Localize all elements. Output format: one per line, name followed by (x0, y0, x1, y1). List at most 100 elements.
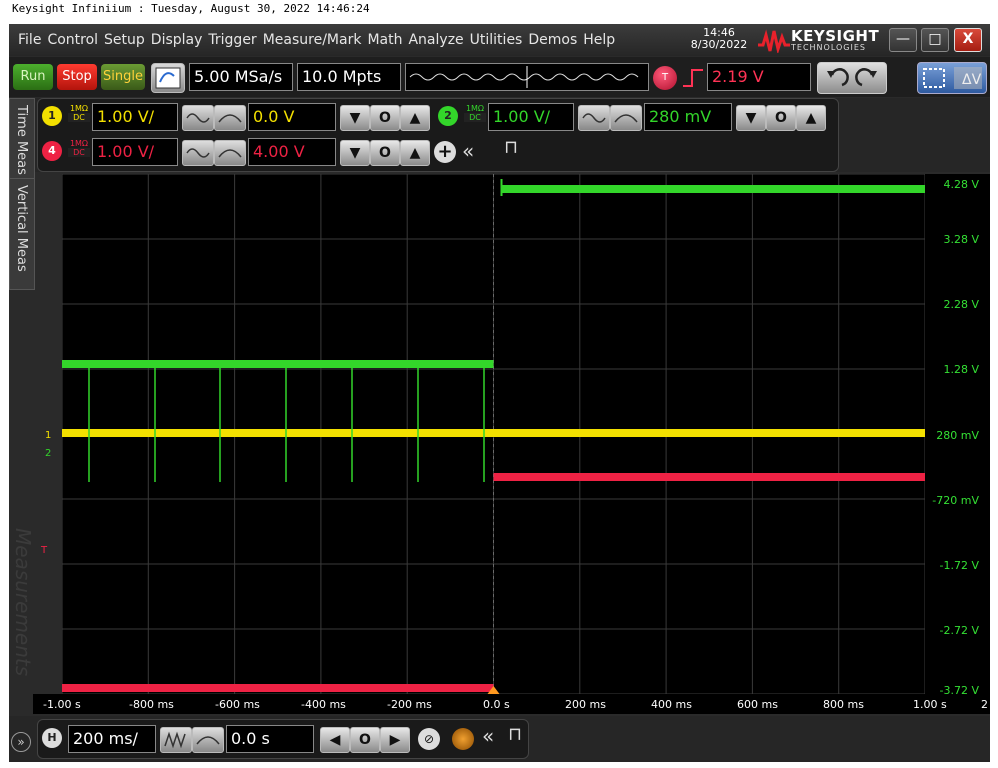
waveform-display[interactable] (61, 173, 926, 695)
trigger-badge[interactable]: T (653, 66, 677, 90)
channel-4-offset-up-button[interactable]: ▲ (400, 140, 430, 166)
channel-1-scale-up-button[interactable] (214, 105, 246, 131)
channel-2-offset-up-button[interactable]: ▲ (796, 105, 826, 131)
wave-narrow-icon (186, 113, 210, 123)
close-button[interactable]: X (954, 28, 982, 52)
waveform-overview[interactable] (405, 63, 649, 91)
horizontal-panel: » H 200 ms/ 0.0 s ◀ O ▶ ⊘ « ⊓ (9, 716, 990, 762)
channel-4-scale-up-button[interactable] (214, 140, 246, 166)
channel-2-trace-low (62, 360, 494, 368)
channel-1-offset-up-button[interactable]: ▲ (400, 105, 430, 131)
autoscale-icon (155, 67, 181, 89)
rising-edge-icon (683, 69, 703, 87)
channel-4-badge[interactable]: 4 (42, 141, 62, 161)
autoscale-button[interactable] (151, 63, 185, 93)
trigger-level-marker[interactable]: T (41, 545, 47, 556)
channel-4-coupling[interactable]: 1MΩ DC (68, 139, 90, 157)
wave-narrow-icon (164, 731, 186, 749)
channel-2-scale-up-button[interactable] (610, 105, 642, 131)
horizontal-scale-up-button[interactable] (192, 727, 224, 753)
add-channel-button[interactable]: + (434, 141, 456, 163)
channel-2-offset-zero-button[interactable]: O (766, 105, 796, 131)
menu-analyze[interactable]: Analyze (408, 32, 463, 48)
tab-time-meas-label: Time Meas (14, 105, 29, 175)
channel-2-offset-field[interactable]: 280 mV (644, 103, 732, 131)
expand-panel-button[interactable]: » (11, 732, 31, 752)
horizontal-scale-down-button[interactable] (160, 727, 192, 753)
horizontal-scale-field[interactable]: 200 ms/ (68, 725, 156, 753)
channel-2-trace-high (501, 185, 925, 193)
channel-2-scale-down-button[interactable] (578, 105, 610, 131)
menu-file[interactable]: File (18, 32, 41, 48)
channel-2-coupling[interactable]: 1MΩ DC (464, 104, 486, 122)
channel-1-scale-field[interactable]: 1.00 V/ (92, 103, 178, 131)
channel-2-ground-marker[interactable]: 2 (45, 448, 51, 459)
pin-icon[interactable]: ⊓ (504, 137, 518, 158)
channel-4-scale-field[interactable]: 1.00 V/ (92, 138, 178, 166)
channel-4-offset-down-button[interactable]: ▼ (340, 140, 370, 166)
undo-redo-buttons[interactable] (817, 62, 887, 94)
channel-2-offset-down-button[interactable]: ▼ (736, 105, 766, 131)
stop-button[interactable]: Stop (57, 64, 97, 90)
channel-4-offset-field[interactable]: 4.00 V (248, 138, 336, 166)
menu-setup[interactable]: Setup (104, 32, 145, 48)
zoom-mode-buttons[interactable]: ΔV (917, 62, 987, 94)
menu-measure-mark[interactable]: Measure/Mark (263, 32, 362, 48)
voltage-label: 3.28 V (943, 233, 979, 246)
voltage-label: -2.72 V (939, 624, 979, 637)
menu-trigger[interactable]: Trigger (208, 32, 256, 48)
time-label: 600 ms (737, 698, 778, 711)
voltage-label: 2.28 V (943, 298, 979, 311)
menu-utilities[interactable]: Utilities (470, 32, 523, 48)
memory-depth-field[interactable]: 10.0 Mpts (297, 63, 401, 91)
time-label: -800 ms (129, 698, 174, 711)
horizontal-badge[interactable]: H (42, 728, 62, 748)
tab-vertical-meas[interactable]: Vertical Meas (9, 178, 35, 290)
axis-corner-label: 2 (981, 698, 988, 711)
channel-2-impedance: 1MΩ (465, 104, 485, 113)
channel-1-scale-down-button[interactable] (182, 105, 214, 131)
minimize-button[interactable]: — (889, 28, 917, 52)
channel-4-scale-down-button[interactable] (182, 140, 214, 166)
channel-1-offset-down-button[interactable]: ▼ (340, 105, 370, 131)
single-button[interactable]: Single (101, 64, 145, 90)
trigger-level-field[interactable]: 2.19 V (707, 63, 811, 91)
horizontal-position-right-button[interactable]: ▶ (380, 727, 410, 753)
channel-2-badge[interactable]: 2 (438, 106, 458, 126)
channel-1-offset-field[interactable]: 0.0 V (248, 103, 336, 131)
horizontal-position-field[interactable]: 0.0 s (226, 725, 314, 753)
channel-1-offset-zero-button[interactable]: O (370, 105, 400, 131)
channel-1-ground-marker[interactable]: 1 (45, 430, 51, 441)
channel-2-scale-field[interactable]: 1.00 V/ (488, 103, 574, 131)
channel-1-coupling[interactable]: 1MΩ DC (68, 104, 90, 122)
time-label: -600 ms (215, 698, 260, 711)
channel-4-trace-low (62, 684, 494, 692)
menu-display[interactable]: Display (151, 32, 203, 48)
pin-icon[interactable]: ⊓ (508, 724, 522, 745)
channel-1-dc: DC (68, 113, 90, 122)
collapse-chevron-icon[interactable]: « (482, 724, 494, 748)
collapse-chevron-icon[interactable]: « (462, 139, 474, 163)
channel-1-badge[interactable]: 1 (42, 106, 62, 126)
run-button[interactable]: Run (13, 64, 53, 90)
menu-math[interactable]: Math (367, 32, 402, 48)
wave-narrow-icon (582, 113, 606, 123)
maximize-button[interactable]: □ (921, 28, 949, 52)
time-label: 200 ms (565, 698, 606, 711)
zoom-icon[interactable]: ⊘ (418, 728, 440, 750)
voltage-label: 4.28 V (943, 178, 979, 191)
menu-demos[interactable]: Demos (528, 32, 577, 48)
channel-4-offset-zero-button[interactable]: O (370, 140, 400, 166)
menu-control[interactable]: Control (47, 32, 98, 48)
menu-help[interactable]: Help (583, 32, 615, 48)
sample-rate-field[interactable]: 5.00 MSa/s (189, 63, 293, 91)
horizontal-position-zero-button[interactable]: O (350, 727, 380, 753)
keysight-logo: KEYSIGHT TECHNOLOGIES (757, 27, 882, 53)
clock: 14:46 8/30/2022 (689, 27, 749, 51)
horizontal-position-left-button[interactable]: ◀ (320, 727, 350, 753)
channel-panel: 1 1MΩ DC 1.00 V/ 0.0 V ▼ O ▲ 2 1MΩ DC 1.… (9, 98, 990, 172)
time-label: 1.00 s (913, 698, 947, 711)
time-label: 800 ms (823, 698, 864, 711)
tab-time-meas[interactable]: Time Meas (9, 98, 35, 180)
acquisition-icon[interactable] (452, 728, 474, 750)
